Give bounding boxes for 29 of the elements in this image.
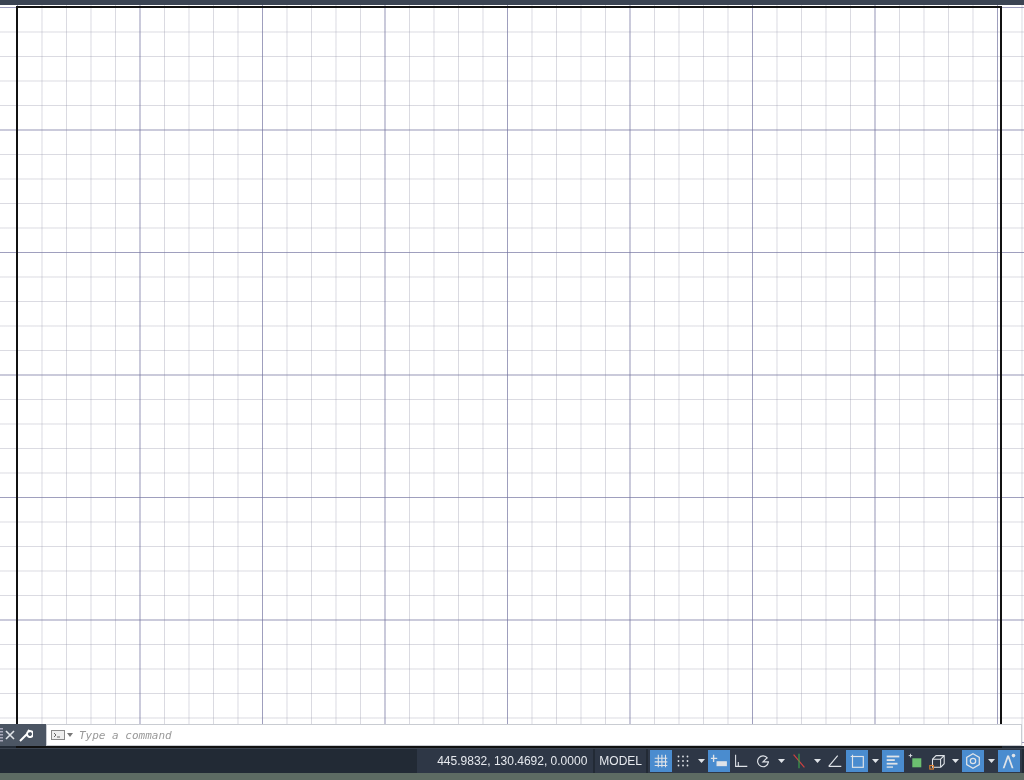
- status-toggle-button[interactable]: [882, 750, 904, 772]
- status-toggle-button[interactable]: [846, 750, 868, 772]
- terminal-icon[interactable]: [51, 730, 73, 740]
- wrench-icon[interactable]: [17, 727, 33, 743]
- caret-icon: [777, 759, 785, 763]
- status-toggle-button[interactable]: [650, 750, 672, 772]
- close-icon[interactable]: [5, 730, 15, 740]
- command-field[interactable]: Type a command: [46, 724, 1022, 746]
- grip-icon: [0, 728, 3, 742]
- cube-icon: [928, 752, 946, 770]
- coordinates-readout: 445.9832, 130.4692, 0.0000: [417, 749, 594, 773]
- hexagon-icon: [964, 752, 982, 770]
- angle-icon: [826, 752, 844, 770]
- status-toggle-button[interactable]: [962, 750, 984, 772]
- caret-icon: [871, 759, 879, 763]
- caret-icon: [987, 759, 995, 763]
- model-space-button[interactable]: MODEL: [595, 749, 646, 773]
- square-icon: [848, 752, 866, 770]
- caret-icon: [697, 759, 705, 763]
- drawing-canvas[interactable]: Type a command: [0, 5, 1024, 746]
- corner-icon: [732, 752, 750, 770]
- status-toggle-button[interactable]: [998, 750, 1020, 772]
- filled-square-icon: [906, 752, 924, 770]
- caret-icon: [813, 759, 821, 763]
- caret-icon: [951, 759, 959, 763]
- crossing-lines-icon: [790, 752, 808, 770]
- letter-a-icon: [1000, 752, 1018, 770]
- status-toggle-button[interactable]: [708, 750, 730, 772]
- grid-icon: [652, 752, 670, 770]
